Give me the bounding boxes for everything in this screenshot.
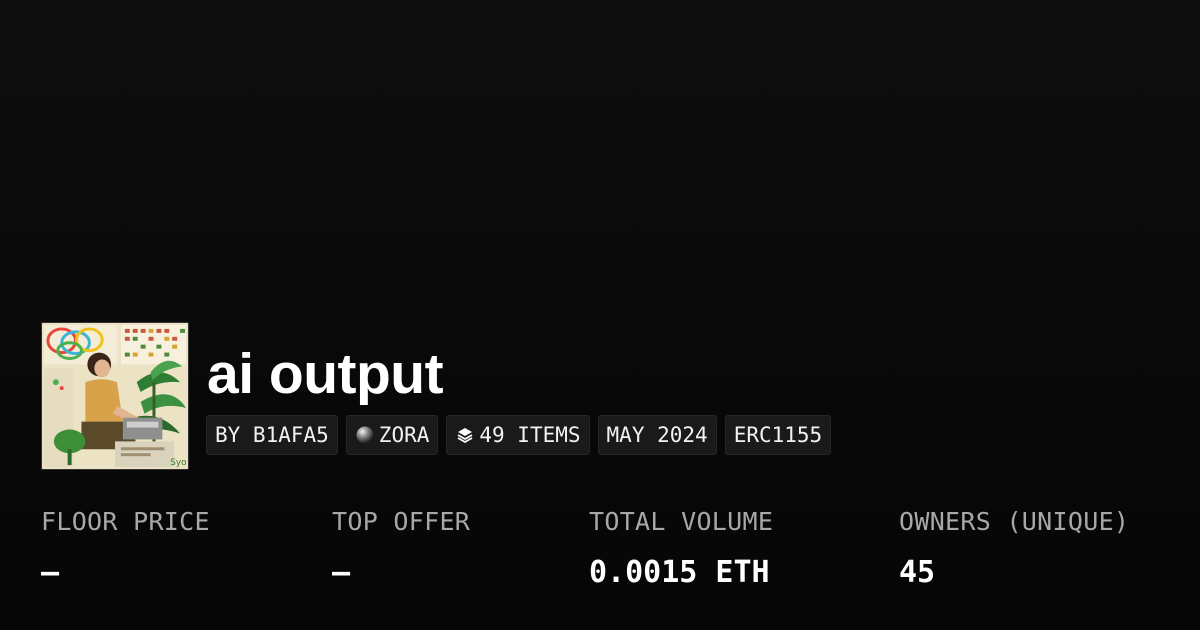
collection-title: ai output: [207, 342, 444, 406]
svg-text:Syo: Syo: [170, 458, 186, 468]
floor-price-stat: FLOOR PRICE —: [41, 505, 210, 590]
creator-tag[interactable]: BY B1AFA5: [206, 415, 338, 455]
total-volume-value: 0.0015 ETH: [589, 555, 770, 590]
network-tag[interactable]: ZORA: [345, 415, 439, 455]
collection-artwork-image: Syo: [42, 323, 188, 469]
date-label: MAY 2024: [606, 423, 708, 447]
layers-icon: [455, 425, 475, 445]
top-offer-value: —: [332, 555, 351, 590]
network-label: ZORA: [378, 423, 430, 447]
owners-label: OWNERS (UNIQUE): [899, 507, 1130, 536]
standard-label: ERC1155: [733, 423, 823, 447]
top-offer-stat: TOP OFFER —: [332, 505, 470, 590]
owners-value: 45: [899, 555, 936, 590]
creator-label: BY B1AFA5: [215, 423, 329, 447]
date-tag: MAY 2024: [597, 415, 717, 455]
items-label: 49 ITEMS: [479, 423, 581, 447]
floor-price-value: —: [41, 555, 60, 590]
items-tag[interactable]: 49 ITEMS: [446, 415, 590, 455]
total-volume-label: TOTAL VOLUME: [589, 507, 774, 536]
floor-price-label: FLOOR PRICE: [41, 507, 210, 536]
standard-tag: ERC1155: [724, 415, 832, 455]
top-offer-label: TOP OFFER: [332, 507, 471, 536]
collection-thumbnail: Syo: [41, 322, 189, 470]
zora-orb-icon: [355, 425, 375, 445]
total-volume-stat: TOTAL VOLUME 0.0015 ETH: [589, 505, 773, 590]
owners-stat: OWNERS (UNIQUE) 45: [899, 505, 1129, 590]
collection-tags: BY B1AFA5 ZORA 49 ITEMS MAY 2024 ERC1155: [206, 415, 832, 455]
